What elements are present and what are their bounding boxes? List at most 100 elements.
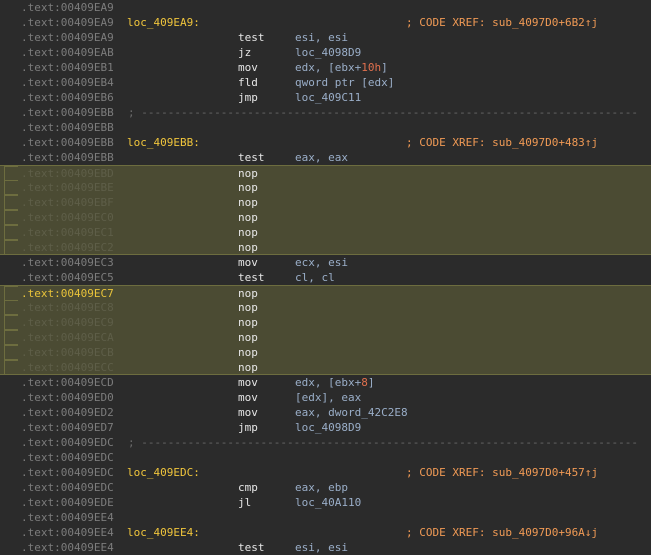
mnemonic[interactable]: mov [238, 405, 258, 420]
operands[interactable]: loc_409C11 [295, 90, 361, 105]
mnemonic[interactable]: mov [238, 375, 258, 390]
address[interactable]: .text:00409EC9 [21, 315, 114, 330]
address[interactable]: .text:00409EC7 [21, 286, 114, 301]
mnemonic[interactable]: test [238, 30, 265, 45]
address[interactable]: .text:00409ED2 [21, 405, 114, 420]
address[interactable]: .text:00409EB6 [21, 90, 114, 105]
listing-row[interactable]: .text:00409EE4 test esi, esi [0, 540, 651, 555]
mnemonic[interactable]: jl [238, 495, 251, 510]
address[interactable]: .text:00409EC5 [21, 270, 114, 285]
address[interactable]: .text:00409ED0 [21, 390, 114, 405]
mnemonic[interactable]: jmp [238, 90, 258, 105]
address[interactable]: .text:00409EDE [21, 495, 114, 510]
mnemonic[interactable]: nop [238, 225, 258, 240]
address[interactable]: .text:00409EDC [21, 435, 114, 450]
address[interactable]: .text:00409EBD [21, 166, 114, 181]
mnemonic[interactable]: nop [238, 166, 258, 181]
code-label[interactable]: loc_409EA9: [127, 15, 200, 30]
address[interactable]: .text:00409EB1 [21, 60, 114, 75]
mnemonic[interactable]: test [238, 150, 265, 165]
listing-row[interactable]: .text:00409EC1 nop [0, 225, 651, 240]
address[interactable]: .text:00409EA9 [21, 0, 114, 15]
listing-row[interactable]: .text:00409EBF nop [0, 195, 651, 210]
address[interactable]: .text:00409EC2 [21, 240, 114, 255]
address[interactable]: .text:00409EE4 [21, 525, 114, 540]
mnemonic[interactable]: nop [238, 180, 258, 195]
listing-row[interactable]: .text:00409EDE jl loc_40A110 [0, 495, 651, 510]
address[interactable]: .text:00409EC3 [21, 255, 114, 270]
operands[interactable]: esi, esi [295, 540, 348, 555]
xref-comment[interactable]: ; CODE XREF: sub_4097D0+483↑j [406, 135, 598, 150]
mnemonic[interactable]: mov [238, 60, 258, 75]
listing-row[interactable]: .text:00409EC9 nop [0, 315, 651, 330]
listing-row[interactable]: .text:00409EC7 nop [0, 285, 651, 301]
mnemonic[interactable]: cmp [238, 480, 258, 495]
disassembly-listing[interactable]: .text:00409EA9 .text:00409EA9 loc_409EA9:;… [0, 0, 651, 554]
listing-row[interactable]: .text:00409EC2 nop [0, 240, 651, 255]
mnemonic[interactable]: nop [238, 286, 258, 301]
mnemonic[interactable]: jz [238, 45, 251, 60]
listing-row[interactable]: .text:00409EBB loc_409EBB: ; CODE XREF: su… [0, 135, 651, 150]
mnemonic[interactable]: test [238, 540, 265, 555]
listing-row[interactable]: .text:00409EA9 test esi, esi [0, 30, 651, 45]
address[interactable]: .text:00409ECA [21, 330, 114, 345]
xref-comment[interactable]: ; CODE XREF: sub_4097D0+457↑j [406, 465, 598, 480]
mnemonic[interactable]: mov [238, 390, 258, 405]
listing-row[interactable]: .text:00409EBD nop [0, 165, 651, 181]
mnemonic[interactable]: test [238, 270, 265, 285]
address[interactable]: .text:00409EAB [21, 45, 114, 60]
operands[interactable]: edx, [ebx+10h] [295, 60, 388, 75]
listing-row[interactable]: .text:00409EC3 mov ecx, esi [0, 255, 651, 270]
mnemonic[interactable]: nop [238, 315, 258, 330]
operands[interactable]: loc_4098D9 [295, 45, 361, 60]
mnemonic[interactable]: nop [238, 345, 258, 360]
xref-comment[interactable]: ; CODE XREF: sub_4097D0+6B2↑j [406, 15, 598, 30]
code-label[interactable]: loc_409EBB: [127, 135, 200, 150]
listing-row[interactable]: .text:00409ED0 mov [edx], eax [0, 390, 651, 405]
address[interactable]: .text:00409EB4 [21, 75, 114, 90]
mnemonic[interactable]: nop [238, 300, 258, 315]
listing-row[interactable]: .text:00409ECA nop [0, 330, 651, 345]
operands[interactable]: cl, cl [295, 270, 335, 285]
listing-row[interactable]: .text:00409ED7 jmp loc_4098D9 [0, 420, 651, 435]
address[interactable]: .text:00409EBB [21, 135, 114, 150]
mnemonic[interactable]: nop [238, 240, 258, 255]
code-label[interactable]: loc_409EE4: [127, 525, 200, 540]
listing-row[interactable]: .text:00409EDC cmp eax, ebp [0, 480, 651, 495]
listing-row[interactable]: .text:00409EBB test eax, eax [0, 150, 651, 165]
address[interactable]: .text:00409ECB [21, 345, 114, 360]
listing-row[interactable]: .text:00409ED2 mov eax, dword_42C2E8 [0, 405, 651, 420]
listing-row[interactable]: .text:00409EB1 mov edx, [ebx+10h] [0, 60, 651, 75]
mnemonic[interactable]: nop [238, 210, 258, 225]
listing-row[interactable]: .text:00409EBB [0, 120, 651, 135]
address[interactable]: .text:00409EDC [21, 465, 114, 480]
separator-row[interactable]: .text:00409EDC ; ------------------------… [0, 435, 651, 450]
address[interactable]: .text:00409EBF [21, 195, 114, 210]
address[interactable]: .text:00409EE4 [21, 540, 114, 555]
listing-row[interactable]: .text:00409EB4 fld qword ptr [edx] [0, 75, 651, 90]
address[interactable]: .text:00409EC1 [21, 225, 114, 240]
listing-row[interactable]: .text:00409ECB nop [0, 345, 651, 360]
operands[interactable]: eax, dword_42C2E8 [295, 405, 408, 420]
listing-row[interactable]: .text:00409EC0 nop [0, 210, 651, 225]
listing-row[interactable]: .text:00409EDC [0, 450, 651, 465]
operands[interactable]: eax, eax [295, 150, 348, 165]
separator-row[interactable]: .text:00409EBB ; ------------------------… [0, 105, 651, 120]
operands[interactable]: ecx, esi [295, 255, 348, 270]
code-label[interactable]: loc_409EDC: [127, 465, 200, 480]
operands[interactable]: loc_4098D9 [295, 420, 361, 435]
mnemonic[interactable]: nop [238, 330, 258, 345]
address[interactable]: .text:00409EBB [21, 120, 114, 135]
xref-comment[interactable]: ; CODE XREF: sub_4097D0+96A↓j [406, 525, 598, 540]
operands[interactable]: eax, ebp [295, 480, 348, 495]
address[interactable]: .text:00409ECC [21, 360, 114, 375]
address[interactable]: .text:00409EA9 [21, 15, 114, 30]
listing-row[interactable]: .text:00409EC8 nop [0, 300, 651, 315]
listing-row[interactable]: .text:00409EC5 test cl, cl [0, 270, 651, 285]
operands[interactable]: edx, [ebx+8] [295, 375, 374, 390]
mnemonic[interactable]: mov [238, 255, 258, 270]
address[interactable]: .text:00409EDC [21, 480, 114, 495]
operands[interactable]: qword ptr [edx] [295, 75, 394, 90]
address[interactable]: .text:00409ED7 [21, 420, 114, 435]
address[interactable]: .text:00409EBB [21, 105, 114, 120]
